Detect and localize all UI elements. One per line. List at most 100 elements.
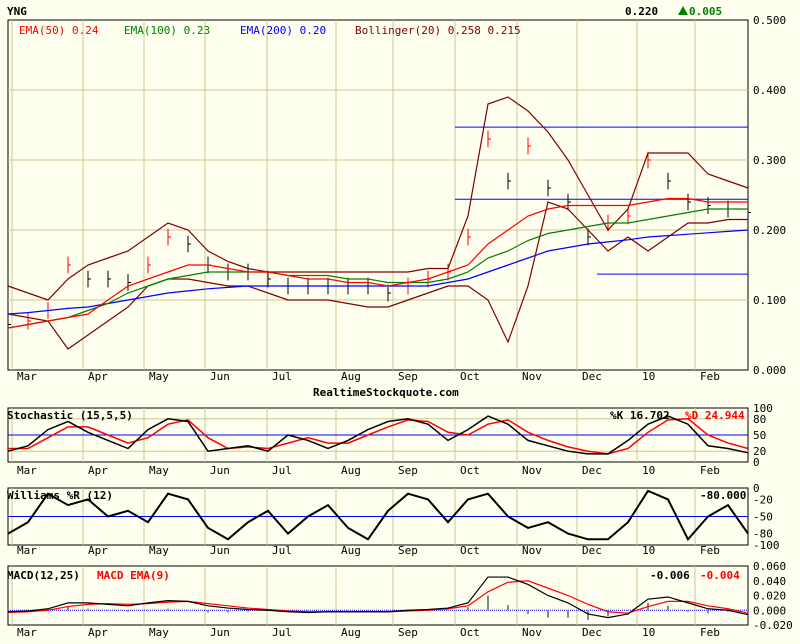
x-tick-label: 10: [642, 544, 655, 557]
stock-chart: YNG 0.220 0.005 RealtimeStockquote.com M…: [0, 0, 800, 640]
x-tick-label: Nov: [522, 626, 542, 639]
x-tick-label: Mar: [17, 544, 37, 557]
legend-ema50: EMA(50) 0.24: [19, 24, 99, 37]
legend-ema100: EMA(100) 0.23: [124, 24, 210, 37]
y-tick-label: 0.040: [753, 575, 786, 588]
y-tick-label: 0.060: [753, 560, 786, 573]
macd-histogram-bar: [447, 609, 449, 611]
x-tick-label: Feb: [700, 464, 720, 477]
x-tick-label: Aug: [341, 626, 361, 639]
macd-histogram-bar: [627, 610, 629, 611]
macd-histogram-bar: [147, 609, 149, 611]
x-tick-label: Oct: [460, 464, 480, 477]
x-tick-label: May: [149, 544, 169, 557]
legend-bollinger: Bollinger(20) 0.258 0.215: [355, 24, 521, 37]
x-tick-label: Mar: [17, 626, 37, 639]
macd-histogram-bar: [247, 610, 249, 612]
x-tick-label: May: [149, 464, 169, 477]
x-tick-label: Mar: [17, 370, 37, 383]
x-tick-label: May: [149, 370, 169, 383]
macd-histogram-bar: [567, 610, 569, 618]
y-tick-label: 50: [753, 429, 766, 442]
y-tick-label: 0.300: [753, 154, 786, 167]
x-tick-label: Jul: [272, 626, 292, 639]
y-tick-label: 0.400: [753, 84, 786, 97]
last-price: 0.220: [625, 5, 658, 18]
y-tick-label: -0.020: [753, 619, 793, 632]
stoch-d-label: %D 24.944: [685, 409, 745, 422]
macd-histogram-bar: [467, 607, 469, 611]
watermark: RealtimeStockquote.com: [313, 386, 459, 399]
x-tick-label: Apr: [88, 626, 108, 639]
macd-histogram-bar: [327, 610, 329, 611]
x-tick-label: Oct: [460, 544, 480, 557]
williams-title: Williams %R (12): [7, 489, 113, 502]
y-tick-label: 0.100: [753, 294, 786, 307]
symbol: YNG: [7, 5, 27, 18]
macd-title: MACD(12,25): [7, 569, 80, 582]
x-tick-label: Sep: [398, 464, 418, 477]
macd-histogram-bar: [387, 610, 389, 611]
y-tick-label: 0.000: [753, 364, 786, 377]
y-tick-label: -50: [753, 511, 773, 524]
macd-histogram-bar: [687, 610, 689, 612]
x-tick-label: Jun: [210, 370, 230, 383]
macd-histogram-bar: [27, 609, 29, 611]
x-tick-label: Nov: [522, 464, 542, 477]
x-tick-label: Aug: [341, 544, 361, 557]
x-tick-label: Jul: [272, 544, 292, 557]
y-tick-label: -20: [753, 493, 773, 506]
y-tick-label: 0: [753, 456, 760, 469]
macd-histogram-bar: [707, 610, 709, 614]
macd-signal-value: -0.004: [700, 569, 740, 582]
chart-canvas: YNG 0.220 0.005 RealtimeStockquote.com M…: [7, 5, 793, 639]
macd-histogram-bar: [747, 610, 749, 612]
up-arrow-icon: [678, 6, 688, 15]
x-tick-label: Nov: [522, 544, 542, 557]
stoch-k-label: %K 16.702: [610, 409, 670, 422]
x-tick-label: Nov: [522, 370, 542, 383]
x-tick-label: 10: [642, 626, 655, 639]
x-tick-label: Dec: [582, 464, 602, 477]
x-tick-label: Apr: [88, 544, 108, 557]
macd-histogram-bar: [167, 608, 169, 611]
macd-histogram-bar: [207, 610, 209, 613]
macd-histogram-bar: [367, 610, 369, 611]
x-tick-label: Feb: [700, 544, 720, 557]
x-tick-label: Oct: [460, 370, 480, 383]
y-tick-label: -100: [753, 539, 780, 552]
williams-value: -80.000: [700, 489, 746, 502]
y-tick-label: 0.500: [753, 14, 786, 27]
macd-histogram-bar: [667, 605, 669, 611]
x-tick-label: Sep: [398, 544, 418, 557]
macd-signal-title: MACD EMA(9): [97, 569, 170, 582]
macd-histogram-bar: [187, 610, 189, 611]
x-tick-label: Jun: [210, 544, 230, 557]
macd-value: -0.006: [650, 569, 690, 582]
stochastic-title: Stochastic (15,5,5): [7, 409, 133, 422]
macd-histogram-bar: [227, 610, 229, 613]
x-tick-label: Aug: [341, 464, 361, 477]
x-tick-label: Apr: [88, 370, 108, 383]
macd-histogram-bar: [547, 610, 549, 618]
x-tick-label: Feb: [700, 626, 720, 639]
macd-histogram-bar: [307, 610, 309, 611]
x-tick-label: 10: [642, 370, 655, 383]
y-tick-label: 0.000: [753, 604, 786, 617]
x-tick-label: Mar: [17, 464, 37, 477]
x-tick-label: Dec: [582, 370, 602, 383]
legend-ema200: EMA(200) 0.20: [240, 24, 326, 37]
x-tick-label: Jul: [272, 464, 292, 477]
macd-histogram-bar: [487, 595, 489, 611]
y-tick-label: 0.020: [753, 590, 786, 603]
y-tick-label: 0.200: [753, 224, 786, 237]
x-tick-label: 10: [642, 464, 655, 477]
x-tick-label: Jun: [210, 626, 230, 639]
x-tick-label: Dec: [582, 626, 602, 639]
x-tick-label: Sep: [398, 626, 418, 639]
x-tick-label: Feb: [700, 370, 720, 383]
y-tick-label: 80: [753, 413, 766, 426]
x-tick-label: May: [149, 626, 169, 639]
macd-histogram-bar: [7, 609, 9, 611]
macd-histogram-bar: [587, 610, 589, 620]
